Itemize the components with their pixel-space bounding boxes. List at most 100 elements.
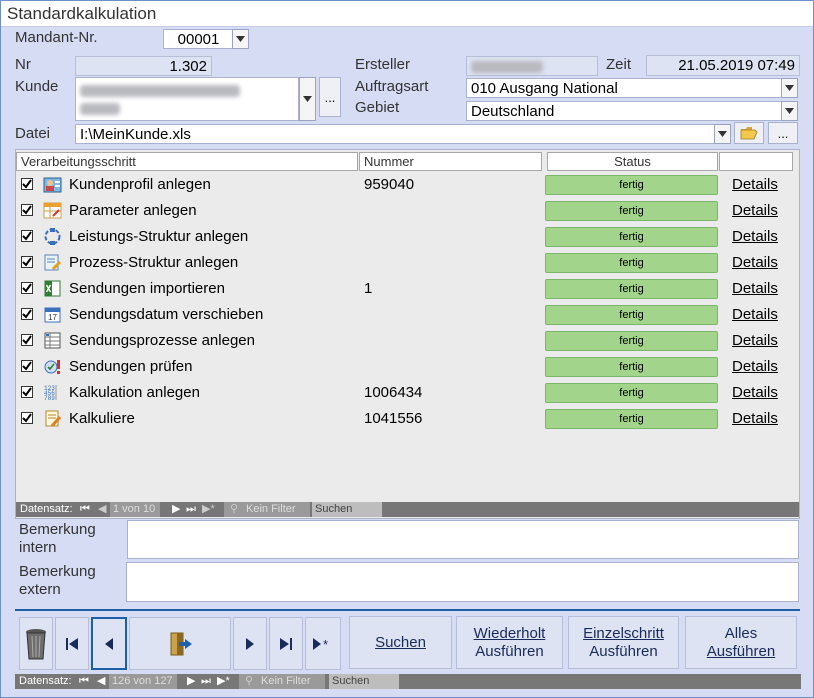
list-grid-icon: [44, 332, 61, 349]
exit-door-icon: [170, 632, 192, 655]
row-checkbox[interactable]: [21, 256, 33, 268]
details-link[interactable]: Details: [732, 280, 778, 297]
bemerkung-intern-field[interactable]: [127, 520, 799, 559]
last-record-icon[interactable]: ⏭: [186, 502, 196, 517]
kunde-select[interactable]: [75, 77, 299, 121]
trash-can-icon: [26, 628, 46, 659]
suchen-button[interactable]: Suchen: [349, 616, 452, 669]
gebiet-label: Gebiet: [355, 99, 400, 116]
row-checkbox[interactable]: [21, 412, 33, 424]
details-link[interactable]: Details: [732, 358, 778, 375]
grid-record-navigator: Datensatz: ⏮ ◀ 1 von 10 ▶ ⏭ ▶* Kein Filt…: [16, 502, 799, 517]
form-record-position[interactable]: 126 von 127: [109, 674, 177, 689]
bemerkung-extern-label-line1: Bemerkung: [19, 563, 96, 580]
row-checkbox[interactable]: [21, 230, 33, 242]
last-record-icon: [280, 637, 292, 650]
table-row: 17 Sendungsdatum verschieben fertig Deta…: [16, 302, 799, 328]
kunde-dropdown-arrow-icon[interactable]: [299, 77, 316, 121]
mandant-dropdown-arrow-icon[interactable]: [232, 29, 249, 49]
first-record-button[interactable]: [55, 617, 89, 670]
column-header-details: [719, 152, 793, 171]
previous-record-icon[interactable]: ◀: [98, 502, 106, 517]
column-header-step[interactable]: Verarbeitungsschritt: [16, 152, 358, 171]
zeit-field: 21.05.2019 07:49: [646, 55, 800, 76]
form-last-record-icon[interactable]: ⏭: [201, 674, 211, 689]
form-record-navigator: Datensatz: ⏮ ◀ 126 von 127 ▶ ⏭ ▶* Kein F…: [15, 674, 801, 689]
row-checkbox[interactable]: [21, 282, 33, 294]
bemerkung-extern-label-line2: extern: [19, 581, 61, 598]
row-checkbox[interactable]: [21, 178, 33, 190]
row-checkbox[interactable]: [21, 204, 33, 216]
datei-select[interactable]: I:\MeinKunde.xls: [75, 124, 716, 144]
next-record-icon[interactable]: ▶: [172, 502, 180, 517]
status-badge: fertig: [545, 305, 718, 325]
details-link[interactable]: Details: [732, 384, 778, 401]
form-next-record-icon[interactable]: ▶: [187, 674, 195, 689]
table-row: Prozess-Struktur anlegen fertig Details: [16, 250, 799, 276]
wiederholt-label-line1: Wiederholt: [473, 624, 546, 642]
last-record-button[interactable]: [269, 617, 303, 670]
datei-label: Datei: [15, 125, 51, 142]
record-position[interactable]: 1 von 10: [110, 502, 160, 517]
status-badge: fertig: [545, 409, 718, 429]
row-checkbox[interactable]: [21, 334, 33, 346]
mandant-select[interactable]: 00001: [163, 29, 234, 49]
steps-grid: Verarbeitungsschritt Nummer Status Kunde…: [15, 149, 800, 519]
redacted-user-icon: [471, 61, 543, 74]
gebiet-select[interactable]: Deutschland: [466, 101, 783, 121]
details-link[interactable]: Details: [732, 332, 778, 349]
form-new-record-icon[interactable]: ▶*: [217, 674, 230, 689]
gebiet-dropdown-arrow-icon[interactable]: [781, 101, 798, 121]
datei-dropdown-arrow-icon[interactable]: [714, 124, 731, 144]
open-folder-button[interactable]: [734, 122, 764, 144]
delete-button[interactable]: [19, 617, 53, 670]
search-box[interactable]: Suchen: [312, 502, 382, 517]
column-header-status[interactable]: Status: [547, 152, 718, 171]
table-row: Kundenprofil anlegen 959040 fertig Detai…: [16, 172, 799, 198]
kunde-browse-button[interactable]: ...: [319, 77, 341, 117]
ersteller-field: [466, 56, 598, 76]
standardkalkulation-window: Standardkalkulation Mandant-Nr. 00001 Nr…: [0, 0, 814, 698]
details-link[interactable]: Details: [732, 306, 778, 323]
auftragsart-dropdown-arrow-icon[interactable]: [781, 78, 798, 98]
structure-cycle-icon: [44, 228, 61, 245]
row-step-name: Sendungen importieren: [69, 280, 225, 297]
row-checkbox[interactable]: [21, 308, 33, 320]
new-record-icon[interactable]: ▶*: [202, 502, 215, 517]
parameter-table-icon: [43, 202, 62, 219]
details-link[interactable]: Details: [732, 410, 778, 427]
exit-form-button[interactable]: [129, 617, 231, 670]
wiederholt-ausfuehren-button[interactable]: Wiederholt Ausführen: [456, 616, 563, 669]
einzelschritt-ausfuehren-button[interactable]: Einzelschritt Ausführen: [568, 616, 679, 669]
form-search-box[interactable]: Suchen: [329, 674, 399, 689]
details-link[interactable]: Details: [732, 254, 778, 271]
checkmark-icon: [22, 231, 32, 241]
filter-icon: ⚲: [230, 503, 239, 515]
alles-label-line1: Alles: [724, 624, 758, 642]
details-link[interactable]: Details: [732, 228, 778, 245]
status-badge: fertig: [545, 357, 718, 377]
next-record-button[interactable]: [233, 617, 267, 670]
bemerkung-extern-field[interactable]: [126, 562, 799, 602]
previous-record-icon: [105, 637, 113, 650]
table-row: Leistungs-Struktur anlegen fertig Detail…: [16, 224, 799, 250]
column-header-number[interactable]: Nummer: [359, 152, 542, 171]
table-row: Sendungen prüfen fertig Details: [16, 354, 799, 380]
form-first-record-icon[interactable]: ⏮: [79, 674, 89, 689]
first-record-icon[interactable]: ⏮: [80, 502, 90, 517]
details-link[interactable]: Details: [732, 176, 778, 193]
details-link[interactable]: Details: [732, 202, 778, 219]
row-step-name: Kundenprofil anlegen: [69, 176, 211, 193]
new-record-button[interactable]: *: [305, 617, 341, 670]
navigator-label: Datensatz:: [20, 503, 73, 515]
alles-ausfuehren-button[interactable]: Alles Ausführen: [685, 616, 797, 669]
ersteller-label: Ersteller: [355, 56, 411, 73]
datei-browse-button[interactable]: ...: [768, 122, 798, 144]
process-edit-icon: [44, 254, 62, 271]
status-badge: fertig: [545, 201, 718, 221]
previous-record-button[interactable]: [91, 617, 127, 670]
row-checkbox[interactable]: [21, 360, 33, 372]
form-previous-record-icon[interactable]: ◀: [97, 674, 105, 689]
row-checkbox[interactable]: [21, 386, 33, 398]
auftragsart-select[interactable]: 010 Ausgang National: [466, 78, 783, 98]
